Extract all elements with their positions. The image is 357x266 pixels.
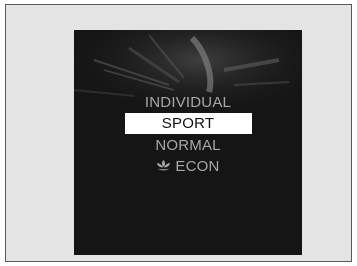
econ-leaf-icon xyxy=(157,160,171,171)
mode-option-normal[interactable]: NORMAL xyxy=(74,135,302,157)
mode-label: NORMAL xyxy=(155,137,221,154)
mode-option-sport[interactable]: SPORT xyxy=(74,113,302,135)
mode-label: ECON xyxy=(175,158,220,175)
mode-label: INDIVIDUAL xyxy=(144,94,232,111)
display-screen: INDIVIDUAL SPORT NORMAL ECON xyxy=(74,30,302,255)
illustration-frame: INDIVIDUAL SPORT NORMAL ECON xyxy=(5,4,352,262)
mode-option-econ[interactable]: ECON xyxy=(74,156,302,178)
mode-label: SPORT xyxy=(124,113,252,134)
mode-option-individual[interactable]: INDIVIDUAL xyxy=(74,92,302,114)
